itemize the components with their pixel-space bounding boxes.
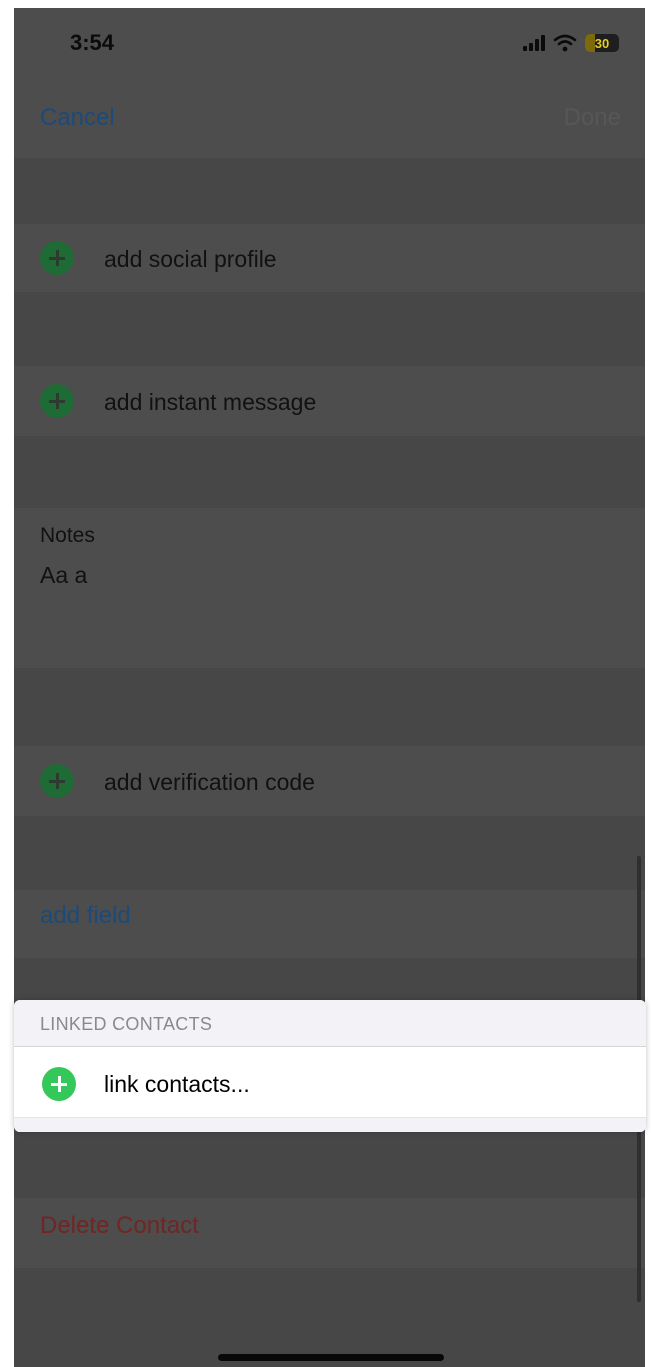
notes-field[interactable]: Aa a bbox=[40, 562, 87, 589]
add-icon bbox=[40, 241, 74, 275]
contact-edit-screen: 3:54 30 Cancel Done add social profile a… bbox=[14, 8, 645, 1367]
linked-contacts-header: LINKED CONTACTS bbox=[14, 1000, 646, 1047]
section-gap bbox=[14, 1268, 645, 1367]
wifi-icon bbox=[553, 34, 577, 52]
section-gap bbox=[14, 668, 645, 746]
add-verification-code-label: add verification code bbox=[104, 769, 315, 795]
section-gap bbox=[14, 816, 645, 890]
linked-contacts-title: LINKED CONTACTS bbox=[40, 1014, 213, 1034]
add-instant-message-label: add instant message bbox=[104, 389, 317, 415]
add-icon bbox=[40, 384, 74, 418]
home-indicator[interactable] bbox=[218, 1354, 444, 1361]
section-gap bbox=[14, 292, 645, 366]
section-gap bbox=[14, 436, 645, 508]
link-contacts-row[interactable]: link contacts... bbox=[14, 1047, 646, 1117]
cancel-button[interactable]: Cancel bbox=[40, 104, 115, 132]
add-icon bbox=[42, 1067, 76, 1101]
add-field-button[interactable]: add field bbox=[40, 902, 131, 930]
done-button[interactable]: Done bbox=[564, 104, 621, 132]
section-footer bbox=[14, 1117, 646, 1132]
add-social-profile-row[interactable]: add social profile bbox=[14, 224, 645, 292]
cellular-signal-icon bbox=[523, 35, 545, 51]
link-contacts-label: link contacts... bbox=[104, 1071, 250, 1097]
battery-icon: 30 bbox=[585, 34, 619, 52]
notes-title: Notes bbox=[40, 524, 95, 547]
section-gap bbox=[14, 1132, 645, 1198]
add-icon bbox=[40, 764, 74, 798]
status-icons: 30 bbox=[523, 34, 619, 52]
section-gap bbox=[14, 158, 645, 224]
delete-contact-button[interactable]: Delete Contact bbox=[40, 1212, 199, 1240]
add-social-profile-label: add social profile bbox=[104, 246, 277, 272]
add-instant-message-row[interactable]: add instant message bbox=[14, 366, 645, 436]
status-time: 3:54 bbox=[70, 30, 115, 55]
battery-level: 30 bbox=[594, 35, 610, 51]
add-verification-code-row[interactable]: add verification code bbox=[14, 746, 645, 816]
linked-contacts-section: LINKED CONTACTS link contacts... bbox=[14, 1000, 646, 1132]
